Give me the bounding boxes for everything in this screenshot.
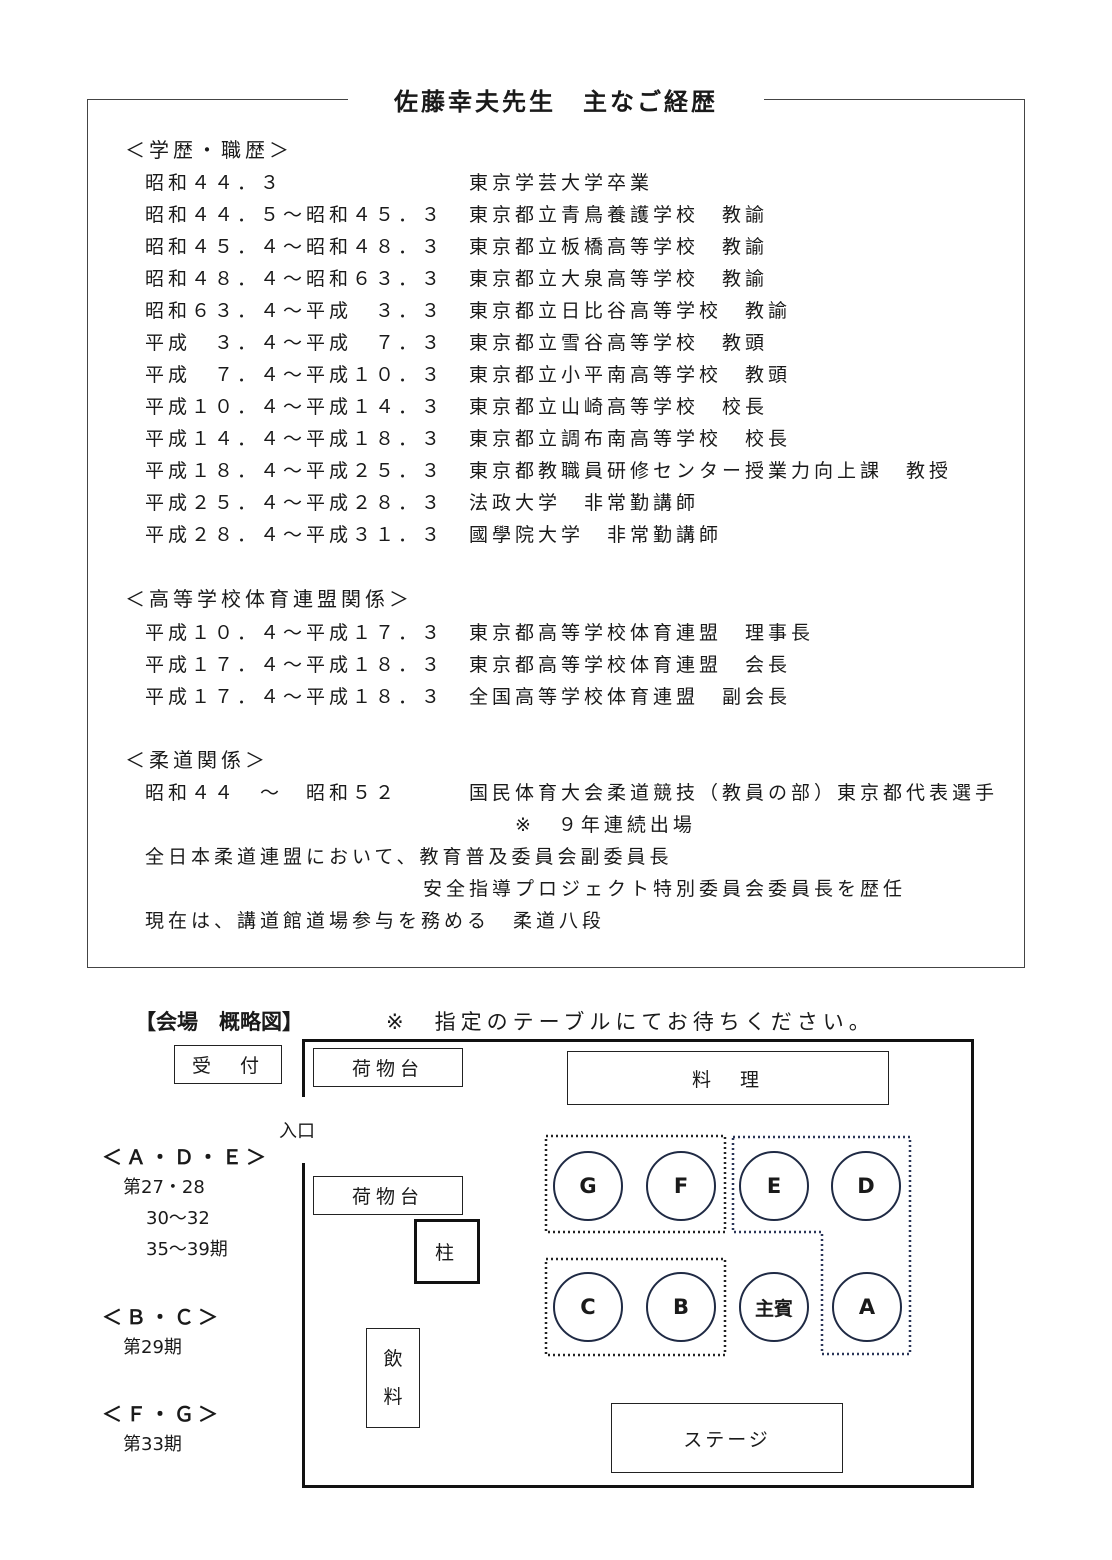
table-e: E [739, 1151, 809, 1221]
table-c: C [553, 1272, 623, 1342]
legend-title: ＜Ｆ・Ｇ＞ [102, 1402, 222, 1426]
table-b: B [646, 1272, 716, 1342]
legend-line: 30～32 [146, 1208, 210, 1229]
legend-line: 35～39期 [146, 1239, 228, 1260]
legend-line: 第29期 [123, 1337, 182, 1358]
table-guest-of-honor: 主賓 [739, 1272, 809, 1342]
legend-ade: ＜Ａ・Ｄ・Ｅ＞ 第27・28 30～32 35～39期 [102, 1144, 270, 1265]
legend-title: ＜Ａ・Ｄ・Ｅ＞ [102, 1145, 270, 1169]
legend-fg: ＜Ｆ・Ｇ＞ 第33期 [102, 1401, 222, 1460]
table-d: D [831, 1151, 901, 1221]
legend-bc: ＜Ｂ・Ｃ＞ 第29期 [102, 1304, 222, 1363]
legend-line: 第27・28 [123, 1177, 205, 1198]
legend-line: 第33期 [123, 1434, 182, 1455]
table-f: F [646, 1151, 716, 1221]
legend-title: ＜Ｂ・Ｃ＞ [102, 1305, 222, 1329]
table-g: G [553, 1151, 623, 1221]
table-a: A [832, 1272, 902, 1342]
